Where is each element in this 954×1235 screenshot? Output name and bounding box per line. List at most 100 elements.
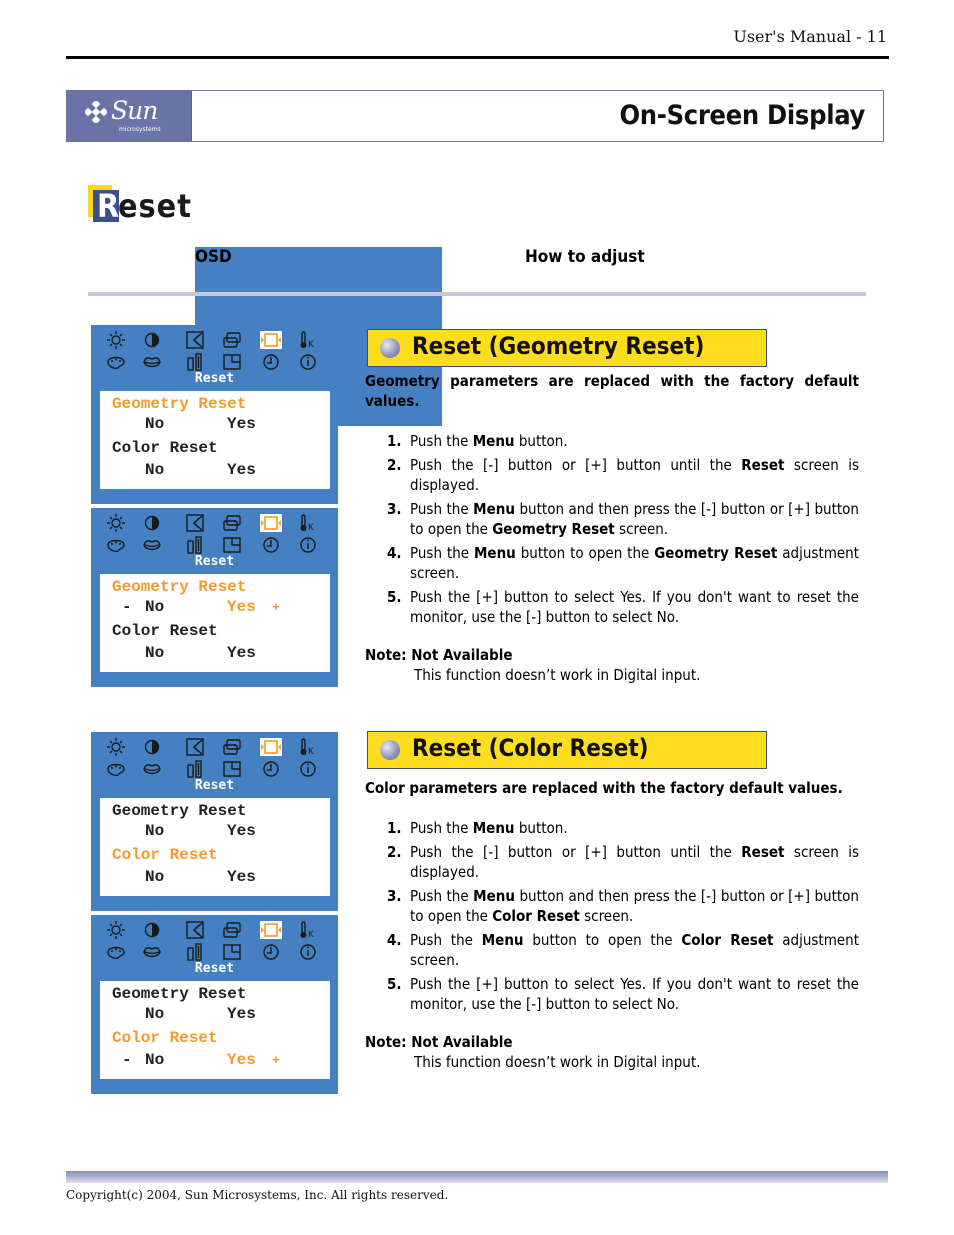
osd-screen: K Reset Geometry Reset - No Yes + Color Reset No… (91, 508, 338, 687)
note-label: Note: Not Available (365, 1033, 513, 1051)
osd-screen: K Reset Geometry Reset No Yes Color Reset No Ye… (91, 732, 338, 911)
bullet-ball-icon (380, 338, 400, 358)
reset-icon (260, 738, 282, 756)
option-no: No (145, 1005, 165, 1023)
svg-text:K: K (308, 523, 315, 532)
lips-icon (141, 536, 163, 554)
step-item: 5. Push the [+] button to select Yes. If … (365, 587, 859, 627)
position-icon (184, 331, 206, 349)
moire-icon (184, 536, 206, 554)
reset-icon (260, 921, 282, 939)
color-reset-label: Color Reset (112, 1029, 218, 1047)
section-title-color-reset: Reset (Color Reset) (367, 731, 767, 769)
step-number: 3. (387, 500, 402, 518)
step-text: button. (514, 432, 568, 450)
step-text: Push the (410, 432, 473, 450)
brightness-icon (105, 331, 127, 349)
step-emphasis: Reset (741, 843, 785, 861)
brightness-icon (105, 921, 127, 939)
step-number: 5. (387, 588, 402, 606)
color-palette-icon (105, 353, 127, 371)
option-yes: Yes (227, 868, 256, 886)
contrast-icon (141, 514, 163, 532)
option-no: No (145, 598, 165, 616)
step-emphasis: Geometry Reset (654, 544, 778, 562)
bullet-ball-icon (380, 740, 400, 760)
osd-position-icon (221, 943, 243, 961)
svg-text:K: K (308, 340, 315, 349)
option-yes: Yes (227, 598, 256, 616)
osd-position-icon (221, 760, 243, 778)
step-emphasis: Menu (472, 819, 515, 837)
info-icon (297, 353, 319, 371)
copyright-text: Copyright(c) 2004, Sun Microsystems, Inc… (66, 1188, 449, 1202)
note-label: Note: Not Available (365, 646, 513, 664)
step-text: Push the [-] button or [+] button until … (410, 456, 742, 474)
section-title-text: Reset (Geometry Reset) (412, 332, 705, 360)
osd-screen: K Reset Geometry Reset No Yes Color Reset - No Y… (91, 915, 338, 1094)
steps-list: 1. Push the Menu button. 2. Push the [-] bu… (365, 818, 859, 1014)
color-temp-icon: K (297, 331, 319, 349)
section-body-color-reset: Color parameters are replaced with the f… (365, 778, 859, 1072)
step-text: screen. (614, 520, 669, 538)
step-item: 5. Push the [+] button to select Yes. If … (365, 974, 859, 1014)
position-icon (184, 921, 206, 939)
osd-panel: Geometry Reset - No Yes + Color Reset No Yes (100, 574, 330, 672)
logo-word: Sun (111, 96, 158, 125)
brightness-icon (105, 738, 127, 756)
geometry-reset-label: Geometry Reset (112, 985, 247, 1003)
plus-indicator: + (272, 1053, 280, 1068)
position-icon (184, 514, 206, 532)
step-item: 1. Push the Menu button. (365, 431, 859, 451)
size-icon (221, 921, 243, 939)
osd-menu-title: Reset (194, 961, 235, 976)
step-emphasis: Reset (741, 456, 785, 474)
step-text: Push the (410, 819, 473, 837)
option-yes: Yes (227, 415, 256, 433)
info-icon (297, 943, 319, 961)
heading-initial: R (97, 187, 120, 225)
osd-panel: Geometry Reset No Yes Color Reset No Yes (100, 798, 330, 896)
step-text: Push the [+] button to select Yes. If yo… (410, 975, 859, 1013)
geometry-reset-label: Geometry Reset (112, 578, 247, 596)
step-text: Push the (410, 544, 474, 562)
timer-icon (260, 353, 282, 371)
step-number: 1. (387, 432, 402, 450)
moire-icon (184, 943, 206, 961)
option-yes: Yes (227, 1005, 256, 1023)
step-text: Push the [+] button to select Yes. If yo… (410, 588, 859, 626)
lips-icon (141, 353, 163, 371)
option-no: No (145, 868, 165, 886)
sun-logo-icon (85, 101, 107, 123)
option-no: No (145, 461, 165, 479)
column-separator (88, 292, 866, 296)
step-text: Push the (410, 931, 482, 949)
color-reset-label: Color Reset (112, 846, 218, 864)
section-body-geometry-reset: Geometry parameters are replaced with th… (365, 371, 859, 685)
step-emphasis: Color Reset (492, 907, 580, 925)
osd-icon-bar: K (99, 919, 331, 961)
step-item: 3. Push the Menu button and then press th… (365, 886, 859, 926)
step-text: button to open the (515, 544, 655, 562)
sun-logo: Sun microsystems (67, 91, 192, 141)
step-number: 3. (387, 887, 402, 905)
svg-text:K: K (308, 930, 315, 939)
section-title-text: Reset (Color Reset) (412, 734, 649, 762)
contrast-icon (141, 738, 163, 756)
osd-position-icon (221, 353, 243, 371)
size-icon (221, 514, 243, 532)
section-title-geometry-reset: Reset (Geometry Reset) (367, 329, 767, 367)
option-yes: Yes (227, 1051, 256, 1069)
color-palette-icon (105, 760, 127, 778)
svg-text:K: K (308, 747, 315, 756)
timer-icon (260, 943, 282, 961)
banner: Sun microsystems On-Screen Display (66, 90, 884, 142)
lips-icon (141, 760, 163, 778)
step-emphasis: Geometry Reset (492, 520, 615, 538)
option-no: No (145, 1051, 165, 1069)
osd-position-icon (221, 536, 243, 554)
plus-indicator: + (272, 600, 280, 615)
steps-list: 1. Push the Menu button. 2. Push the [-] bu… (365, 431, 859, 627)
step-number: 4. (387, 544, 402, 562)
color-reset-label: Color Reset (112, 439, 218, 457)
